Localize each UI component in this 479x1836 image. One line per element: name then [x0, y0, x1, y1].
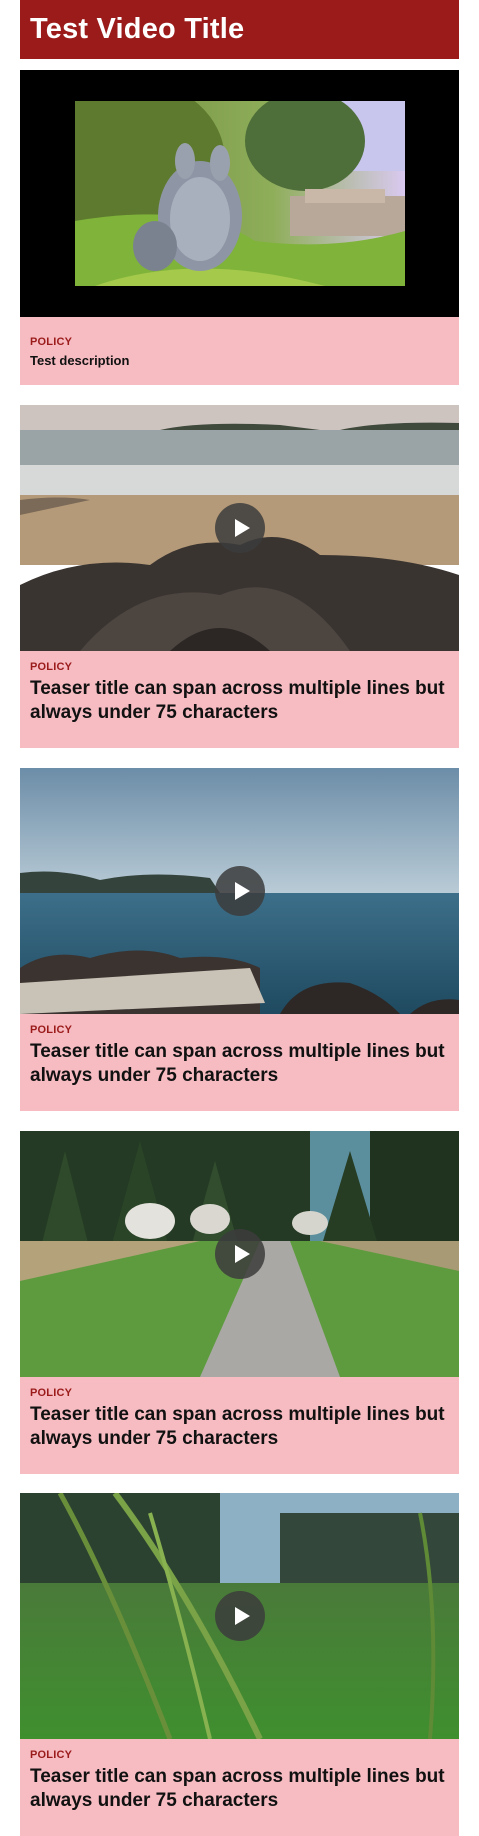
teaser-thumbnail[interactable]: [20, 768, 459, 1014]
video-player[interactable]: [20, 70, 459, 317]
featured-video: POLICY Test description: [20, 70, 459, 385]
teaser-card[interactable]: POLICY Teaser title can span across mult…: [20, 1131, 459, 1474]
play-icon[interactable]: [215, 503, 265, 553]
category-label[interactable]: POLICY: [30, 1377, 449, 1399]
teaser-thumbnail[interactable]: [20, 1131, 459, 1377]
category-label[interactable]: POLICY: [30, 651, 449, 673]
video-frame[interactable]: [75, 101, 405, 286]
teaser-meta: POLICY Teaser title can span across mult…: [20, 1377, 459, 1474]
play-icon[interactable]: [215, 1229, 265, 1279]
teaser-meta: POLICY Teaser title can span across mult…: [20, 1739, 459, 1836]
category-label[interactable]: POLICY: [30, 1014, 449, 1036]
teaser-meta: POLICY Teaser title can span across mult…: [20, 651, 459, 748]
page-header: Test Video Title: [20, 0, 459, 59]
page-title: Test Video Title: [30, 13, 245, 45]
teaser-thumbnail[interactable]: [20, 1493, 459, 1739]
category-label[interactable]: POLICY: [30, 1739, 449, 1761]
teaser-title[interactable]: Teaser title can span across multiple li…: [30, 677, 449, 725]
teaser-title[interactable]: Teaser title can span across multiple li…: [30, 1403, 449, 1451]
teaser-card[interactable]: POLICY Teaser title can span across mult…: [20, 1493, 459, 1836]
video-description: Test description: [30, 353, 130, 368]
teaser-card[interactable]: POLICY Teaser title can span across mult…: [20, 405, 459, 748]
featured-meta: POLICY Test description: [20, 317, 459, 385]
teaser-meta: POLICY Teaser title can span across mult…: [20, 1014, 459, 1111]
category-label[interactable]: POLICY: [30, 317, 449, 348]
video-still-image: [75, 101, 405, 286]
teaser-title[interactable]: Teaser title can span across multiple li…: [30, 1040, 449, 1088]
page: Test Video Title POLICY Test description…: [0, 0, 479, 1836]
teaser-title[interactable]: Teaser title can span across multiple li…: [30, 1765, 449, 1813]
teaser-card[interactable]: POLICY Teaser title can span across mult…: [20, 768, 459, 1111]
play-icon[interactable]: [215, 1591, 265, 1641]
play-icon[interactable]: [215, 866, 265, 916]
teaser-thumbnail[interactable]: [20, 405, 459, 651]
